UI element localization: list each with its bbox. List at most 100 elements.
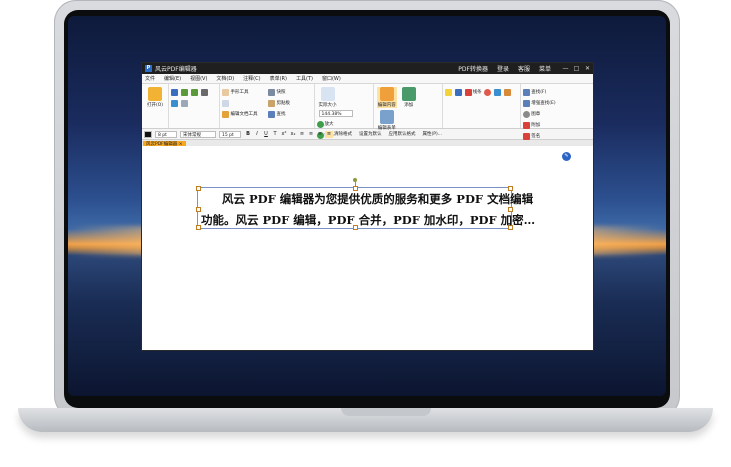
align-justify-button[interactable]: ≡ — [325, 130, 333, 138]
edit-form-button[interactable]: 编辑表单 — [377, 110, 397, 131]
find-f-button[interactable]: 查找(F) — [523, 87, 553, 97]
snapshot-tool[interactable]: 快照 — [268, 87, 308, 97]
attach-button[interactable]: 附加 — [523, 120, 559, 130]
menu-comment[interactable]: 注释(C) — [243, 75, 260, 82]
actual-size-button[interactable]: 实际大小 — [318, 87, 338, 108]
properties-button[interactable]: 属性(P)... — [423, 131, 443, 137]
clipboard-icon — [268, 99, 276, 107]
hand-icon — [222, 88, 230, 96]
group-tools: 手形工具 快照 剪贴板 编辑文档工具 查找 — [220, 84, 315, 128]
document-page[interactable]: ✎ 风云 PDF 编辑器为您提供优质的服务和更多 PDF 文档编辑 功能。风云 … — [142, 146, 593, 350]
zoom-in-icon — [316, 120, 324, 128]
font-select[interactable]: 宋体常规 — [180, 130, 216, 138]
align-right-button[interactable]: ≡ — [316, 131, 324, 138]
ribbon-toolbar: 打开(O) 手形工具 快照 剪贴板 编辑文档工具 查找 实际大小 144.38%… — [142, 84, 593, 140]
line-tool[interactable]: 线条 — [464, 87, 482, 97]
text-tool[interactable] — [454, 87, 463, 97]
clear-format-button[interactable]: 清除格式 — [334, 131, 352, 137]
stamp-icon — [523, 110, 531, 118]
align-left-button[interactable]: ≡ — [298, 131, 306, 138]
strike-button[interactable]: T — [271, 131, 279, 138]
zoom-in-button[interactable]: 放大 — [316, 119, 353, 129]
menu-document[interactable]: 文档(D) — [216, 75, 234, 82]
edit-content-button[interactable]: 编辑内容 — [376, 87, 397, 108]
advanced-find-button[interactable]: 增强查找(E) — [523, 98, 559, 108]
close-button[interactable]: ✕ — [582, 65, 593, 72]
undo-button[interactable] — [181, 87, 189, 97]
underline-button[interactable]: U — [262, 131, 270, 138]
selected-text-box[interactable]: 风云 PDF 编辑器为您提供优质的服务和更多 PDF 文档编辑 功能。风云 PD… — [196, 178, 535, 230]
menu-form[interactable]: 表单(R) — [270, 75, 287, 82]
color-picker[interactable] — [144, 130, 152, 138]
laptop-base — [18, 408, 713, 432]
find-tool[interactable]: 查找 — [268, 109, 308, 119]
set-default-button[interactable]: 设置为默认 — [359, 131, 382, 137]
maximize-button[interactable]: □ — [571, 65, 582, 72]
font-size-select[interactable]: 15 pt — [219, 130, 241, 138]
select-tool[interactable] — [222, 98, 266, 108]
pencil-tool[interactable] — [503, 87, 512, 97]
note-icon — [444, 88, 452, 96]
redo-icon — [191, 88, 198, 96]
menu-link[interactable]: 菜单 — [539, 64, 551, 73]
redo-button[interactable] — [191, 87, 199, 97]
hand-tool[interactable]: 手形工具 — [222, 87, 266, 97]
zoom-input[interactable]: 144.38% — [318, 110, 353, 117]
undo-icon — [181, 88, 188, 96]
rotate-handle[interactable] — [353, 178, 357, 182]
stamp-button[interactable]: 图章 — [523, 109, 553, 119]
cursor-icon — [222, 99, 230, 107]
shape-tool[interactable] — [483, 87, 492, 97]
add-icon — [401, 87, 416, 101]
menu-view[interactable]: 视图(V) — [190, 75, 207, 82]
edit-document-tool[interactable]: 编辑文档工具 — [222, 109, 266, 119]
clipboard-tool[interactable]: 剪贴板 — [268, 98, 308, 108]
group-file: 打开(O) — [142, 84, 169, 128]
resize-handle-tl[interactable] — [196, 186, 201, 191]
print-button[interactable] — [201, 87, 209, 97]
pdf-converter-link[interactable]: PDF转换器 — [458, 64, 488, 73]
apply-default-button[interactable]: 应用默认格式 — [389, 131, 416, 137]
highlight-tool[interactable] — [493, 87, 502, 97]
base-notch — [341, 408, 431, 416]
save-button[interactable] — [171, 87, 179, 97]
find-icon — [268, 110, 276, 118]
login-link[interactable]: 登录 — [497, 64, 509, 73]
menu-window[interactable]: 窗口(W) — [322, 75, 341, 82]
group-zoom: 实际大小 144.38% 放大 缩小 — [315, 84, 374, 139]
camera-icon — [268, 88, 276, 96]
note-tool[interactable] — [444, 87, 453, 97]
menu-tools[interactable]: 工具(T) — [296, 75, 313, 82]
menu-edit[interactable]: 编辑(E) — [164, 75, 181, 82]
edit-doc-icon — [222, 110, 230, 118]
italic-button[interactable]: I — [253, 131, 261, 138]
plugin-icon[interactable]: ✎ — [562, 152, 571, 161]
minimize-button[interactable]: — — [560, 65, 571, 72]
bold-button[interactable]: B — [244, 131, 252, 138]
support-link[interactable]: 客服 — [518, 64, 530, 73]
pdf-editor-window: P 风云PDF编辑器 PDF转换器 登录 客服 菜单 — □ ✕ 文件 编辑(E… — [141, 62, 594, 351]
page-button[interactable] — [181, 98, 189, 108]
sign-button[interactable]: 签名 — [523, 131, 559, 141]
group-quick — [169, 84, 221, 128]
document-text-line-2[interactable]: 功能。风云 PDF 编辑，PDF 合并，PDF 加水印，PDF 加密… — [201, 212, 535, 228]
open-button[interactable]: 打开(O) — [145, 87, 165, 108]
superscript-button[interactable]: x² — [280, 131, 288, 138]
advanced-search-icon — [523, 99, 531, 107]
menu-bar: 文件 编辑(E) 视图(V) 文档(D) 注释(C) 表单(R) 工具(T) 窗… — [142, 74, 593, 84]
add-button[interactable]: 添加 — [399, 87, 419, 108]
size-select[interactable]: 8 pt — [155, 130, 177, 138]
email-button[interactable] — [171, 98, 179, 108]
group-misc: 查找(F) 增强查找(E) 图章 附加 签名 — [521, 84, 593, 140]
document-text-line-1[interactable]: 风云 PDF 编辑器为您提供优质的服务和更多 PDF 文档编辑 — [222, 191, 533, 207]
signature-icon — [523, 132, 531, 140]
align-center-button[interactable]: ≡ — [307, 131, 315, 138]
email-icon — [171, 99, 178, 107]
subscript-button[interactable]: x₂ — [289, 131, 297, 138]
menu-file[interactable]: 文件 — [145, 75, 155, 82]
page-icon — [181, 99, 188, 107]
title-bar: P 风云PDF编辑器 PDF转换器 登录 客服 菜单 — □ ✕ — [142, 63, 593, 74]
print-icon — [201, 88, 208, 96]
folder-icon — [148, 87, 162, 101]
edit-content-icon — [379, 87, 394, 101]
